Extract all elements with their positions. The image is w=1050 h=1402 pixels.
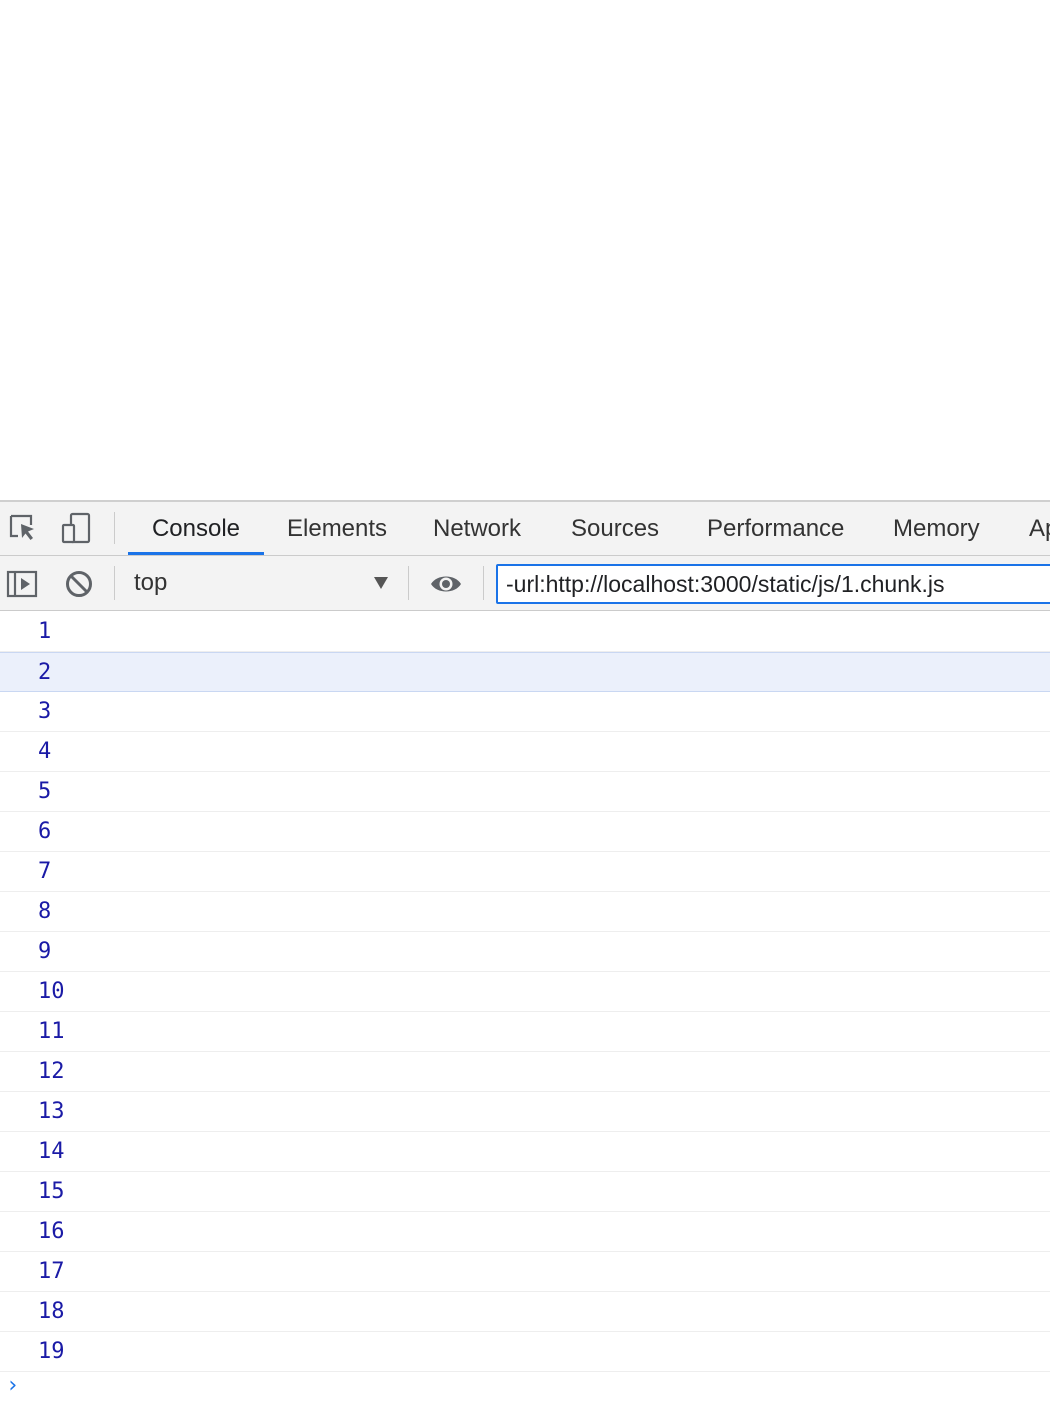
- console-message: 5: [0, 772, 1050, 812]
- tabbar-separator: [114, 512, 115, 544]
- console-message: 10: [0, 972, 1050, 1012]
- console-message-value: 12: [38, 1059, 65, 1084]
- console-filter-input[interactable]: [496, 564, 1050, 604]
- console-prompt[interactable]: ›: [6, 1374, 19, 1398]
- tab-sources[interactable]: Sources: [571, 502, 659, 555]
- devtools-panel: Console Elements Network Sources Perform…: [0, 500, 1050, 1402]
- console-message-value: 2: [38, 660, 52, 685]
- toolbar-separator: [114, 566, 115, 600]
- console-message: 15: [0, 1172, 1050, 1212]
- console-message-value: 7: [38, 859, 52, 884]
- clear-console-icon[interactable]: [63, 568, 95, 600]
- console-message: 12: [0, 1052, 1050, 1092]
- console-message-value: 3: [38, 699, 52, 724]
- context-selector[interactable]: top: [124, 562, 396, 604]
- devtools-tabbar: Console Elements Network Sources Perform…: [0, 502, 1050, 556]
- console-message-value: 4: [38, 739, 52, 764]
- console-message: 1: [0, 612, 1050, 652]
- live-expression-icon[interactable]: [429, 568, 461, 600]
- console-message: 9: [0, 932, 1050, 972]
- tab-performance[interactable]: Performance: [707, 502, 844, 555]
- console-message-value: 6: [38, 819, 52, 844]
- console-message: 19: [0, 1332, 1050, 1372]
- console-message: 18: [0, 1292, 1050, 1332]
- dropdown-arrow-icon: [374, 577, 388, 589]
- tab-memory[interactable]: Memory: [893, 502, 980, 555]
- console-message-value: 18: [38, 1299, 65, 1324]
- toolbar-separator: [483, 566, 484, 600]
- toolbar-separator: [408, 566, 409, 600]
- console-messages: 1 2 3 4 5 6 7 8 9 10 11 12 13 14 15 16 17 18 19: [0, 612, 1050, 1372]
- console-message: 8: [0, 892, 1050, 932]
- console-message: 6: [0, 812, 1050, 852]
- console-message-value: 8: [38, 899, 52, 924]
- console-message: 11: [0, 1012, 1050, 1052]
- console-message-value: 17: [38, 1259, 65, 1284]
- tab-application[interactable]: Ap: [1029, 502, 1050, 555]
- tab-elements[interactable]: Elements: [287, 502, 387, 555]
- console-message-value: 15: [38, 1179, 65, 1204]
- console-message-value: 5: [38, 779, 52, 804]
- console-message: 4: [0, 732, 1050, 772]
- console-message: 3: [0, 692, 1050, 732]
- tab-console[interactable]: Console: [128, 502, 264, 555]
- console-message: 2: [0, 652, 1050, 692]
- tab-network[interactable]: Network: [433, 502, 521, 555]
- console-message: 17: [0, 1252, 1050, 1292]
- console-toolbar: top: [0, 556, 1050, 611]
- console-message: 13: [0, 1092, 1050, 1132]
- console-message: 14: [0, 1132, 1050, 1172]
- show-sidebar-icon[interactable]: [6, 568, 38, 600]
- console-message-value: 10: [38, 979, 65, 1004]
- console-message-value: 19: [38, 1339, 65, 1364]
- console-message-value: 9: [38, 939, 52, 964]
- inspected-page-viewport: [0, 0, 1050, 500]
- console-message-value: 1: [38, 619, 52, 644]
- context-value: top: [134, 569, 168, 596]
- console-message-value: 11: [38, 1019, 65, 1044]
- console-message: 16: [0, 1212, 1050, 1252]
- console-message-value: 16: [38, 1219, 65, 1244]
- console-message-value: 14: [38, 1139, 65, 1164]
- console-message-value: 13: [38, 1099, 65, 1124]
- console-message: 7: [0, 852, 1050, 892]
- device-toolbar-icon[interactable]: [60, 512, 92, 544]
- inspect-element-icon[interactable]: [6, 512, 38, 544]
